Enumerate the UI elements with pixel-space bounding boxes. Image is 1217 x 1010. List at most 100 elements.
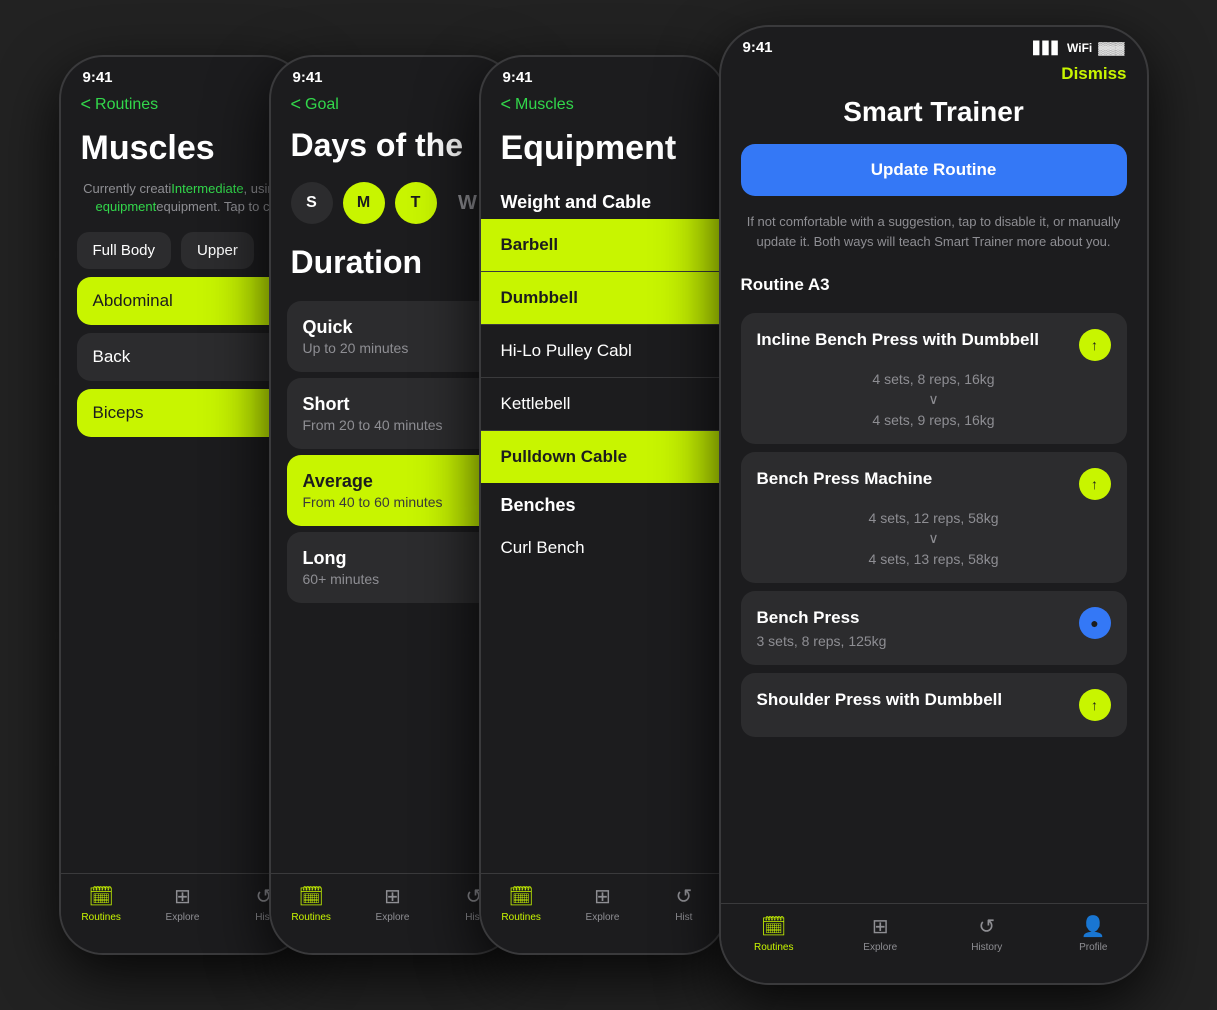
subtitle-plain: Currently creati (83, 181, 171, 196)
back-button-3[interactable]: < Muscles (501, 94, 574, 115)
duration-average[interactable]: Average From 40 to 60 minutes (287, 455, 499, 526)
phone-equipment: 9:41 < Muscles Equipment Weight and Cabl… (479, 55, 727, 955)
equip-pulldown-label: Pulldown Cable (501, 447, 628, 466)
chevron-icon-3: < (501, 94, 512, 115)
exercise-name-bench-machine: Bench Press Machine (757, 468, 1069, 490)
duration-long[interactable]: Long 60+ minutes (287, 532, 499, 603)
battery-icon: ▓▓▓ (1098, 41, 1124, 55)
tab-bar-3: 🗓 Routines ⊞ Explore ↺ Hist (481, 873, 725, 953)
equip-dumbbell[interactable]: Dumbbell (481, 272, 725, 325)
equip-hi-lo[interactable]: Hi-Lo Pulley Cabl (481, 325, 725, 378)
exercise-card-bench-press[interactable]: Bench Press 3 sets, 8 reps, 125kg ● (741, 591, 1127, 665)
exercise-card-incline[interactable]: Incline Bench Press with Dumbbell ↑ 4 se… (741, 313, 1127, 444)
time-4: 9:41 (743, 39, 773, 56)
profile-icon-4: 👤 (1081, 914, 1106, 939)
duration-title: Duration (271, 244, 515, 295)
exercise-arrow-bench-machine: ∨ (757, 530, 1111, 547)
equip-kettlebell-label: Kettlebell (501, 394, 571, 413)
time-1: 9:41 (83, 69, 113, 86)
nav-bar-2: < Goal (271, 90, 515, 123)
tab-routines-1[interactable]: 🗓 Routines (61, 884, 142, 923)
tab-routines-3[interactable]: 🗓 Routines (481, 884, 562, 923)
tab-explore-1[interactable]: ⊞ Explore (142, 884, 223, 923)
status-bar-4: 9:41 ▋▋▋ WiFi ▓▓▓ (721, 27, 1147, 60)
duration-quick-title: Quick (303, 317, 483, 338)
duration-long-title: Long (303, 548, 483, 569)
tab-bar-1: 🗓 Routines ⊞ Explore ↺ Hist (61, 873, 305, 953)
equip-kettlebell[interactable]: Kettlebell (481, 378, 725, 431)
chip-upper[interactable]: Upper (181, 232, 254, 269)
duration-average-sub: From 40 to 60 minutes (303, 494, 483, 510)
tab-bar-2: 🗓 Routines ⊞ Explore ↺ Hist (271, 873, 515, 953)
tab-routines-2[interactable]: 🗓 Routines (271, 884, 352, 923)
muscle-abdominal[interactable]: Abdominal (77, 277, 289, 325)
day-s[interactable]: S (291, 182, 333, 224)
equipment-list-1: Barbell Dumbbell Hi-Lo Pulley Cabl Kettl… (481, 219, 725, 483)
status-bar-3: 9:41 (481, 57, 725, 90)
tab-routines-4[interactable]: 🗓 Routines (721, 914, 828, 953)
muscle-biceps[interactable]: Biceps (77, 389, 289, 437)
explore-icon-4: ⊞ (872, 914, 889, 939)
exercise-name-shoulder: Shoulder Press with Dumbbell (757, 689, 1069, 711)
routines-label-2: Routines (291, 912, 330, 923)
history-label-3: Hist (675, 912, 692, 923)
back-button-2[interactable]: < Goal (291, 94, 339, 115)
screenshot-container: 9:41 < Routines Muscles Currently creati… (0, 0, 1217, 1010)
duration-quick-sub: Up to 20 minutes (303, 340, 483, 356)
day-t[interactable]: T (395, 182, 437, 224)
routines-icon-2: 🗓 (298, 884, 323, 909)
duration-short[interactable]: Short From 20 to 40 minutes (287, 378, 499, 449)
routines-label-3: Routines (501, 912, 540, 923)
tab-profile-4[interactable]: 👤 Profile (1040, 914, 1147, 953)
chevron-icon-1: < (81, 94, 92, 115)
tab-explore-3[interactable]: ⊞ Explore (562, 884, 643, 923)
exercise-row-incline: Incline Bench Press with Dumbbell ↑ (757, 329, 1111, 361)
duration-short-sub: From 20 to 40 minutes (303, 417, 483, 433)
explore-label-2: Explore (376, 912, 410, 923)
page-title-1: Muscles (61, 123, 305, 180)
routines-label-1: Routines (81, 912, 120, 923)
update-routine-button[interactable]: Update Routine (741, 144, 1127, 196)
nav-bar-3: < Muscles (481, 90, 725, 123)
exercise-icon-incline: ↑ (1079, 329, 1111, 361)
exercise-card-shoulder[interactable]: Shoulder Press with Dumbbell ↑ (741, 673, 1127, 737)
phones-wrapper: 9:41 < Routines Muscles Currently creati… (59, 25, 1159, 985)
equip-pulldown[interactable]: Pulldown Cable (481, 431, 725, 483)
exercise-sets-bench-press: 3 sets, 8 reps, 125kg (757, 633, 1069, 649)
back-label-2: Goal (305, 96, 339, 114)
tab-history-4[interactable]: ↺ History (934, 914, 1041, 953)
routines-label-4: Routines (754, 942, 793, 953)
equip-curl-bench[interactable]: Curl Bench (481, 522, 725, 574)
page-title-3: Equipment (481, 123, 725, 180)
exercise-name-incline: Incline Bench Press with Dumbbell (757, 329, 1069, 351)
exercise-arrow-incline: ∨ (757, 391, 1111, 408)
explore-label-4: Explore (863, 942, 897, 953)
muscle-back[interactable]: Back (77, 333, 289, 381)
muscles-subtitle: Currently creatiIntermediate, using equi… (61, 180, 305, 232)
equip-curl-bench-label: Curl Bench (501, 538, 585, 557)
exercise-sets-new-incline: 4 sets, 9 reps, 16kg (757, 412, 1111, 428)
signal-icon: ▋▋▋ (1033, 41, 1061, 55)
routines-icon-4: 🗓 (761, 914, 786, 939)
tab-explore-2[interactable]: ⊞ Explore (352, 884, 433, 923)
routines-icon-1: 🗓 (88, 884, 113, 909)
duration-short-title: Short (303, 394, 483, 415)
explore-label-3: Explore (586, 912, 620, 923)
tab-history-3[interactable]: ↺ Hist (643, 884, 724, 923)
chip-full-body[interactable]: Full Body (77, 232, 172, 269)
day-m[interactable]: M (343, 182, 385, 224)
back-button-1[interactable]: < Routines (81, 94, 159, 115)
back-label-1: Routines (95, 96, 158, 114)
status-bar-1: 9:41 (61, 57, 305, 90)
profile-label-4: Profile (1079, 942, 1107, 953)
time-3: 9:41 (503, 69, 533, 86)
exercise-card-bench-machine[interactable]: Bench Press Machine ↑ 4 sets, 12 reps, 5… (741, 452, 1127, 583)
exercise-sets-old-bench-machine: 4 sets, 12 reps, 58kg (757, 510, 1111, 526)
equip-barbell[interactable]: Barbell (481, 219, 725, 272)
history-label-4: History (971, 942, 1002, 953)
exercise-info-bench-press: Bench Press 3 sets, 8 reps, 125kg (757, 607, 1069, 649)
duration-quick[interactable]: Quick Up to 20 minutes (287, 301, 499, 372)
dismiss-button[interactable]: Dismiss (721, 60, 1147, 84)
exercise-sets-new-bench-machine: 4 sets, 13 reps, 58kg (757, 551, 1111, 567)
tab-explore-4[interactable]: ⊞ Explore (827, 914, 934, 953)
